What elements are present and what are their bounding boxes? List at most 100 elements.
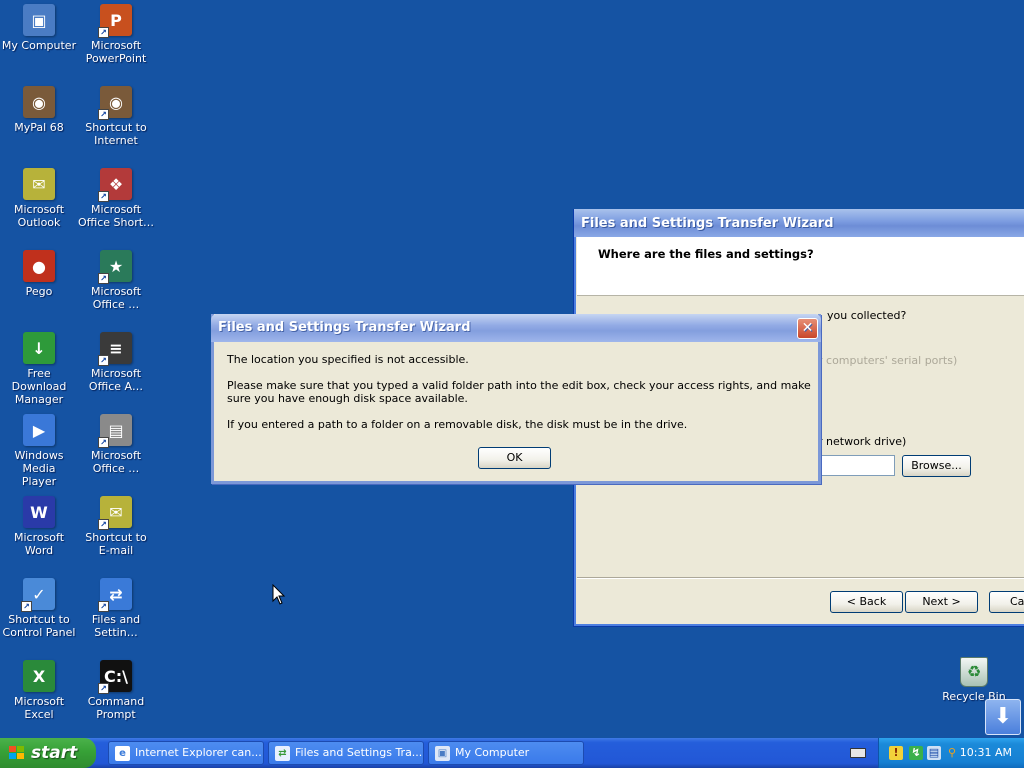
- desktop-icon-label: Microsoft Excel: [13, 695, 65, 721]
- back-button[interactable]: < Back: [830, 591, 903, 613]
- shortcut-arrow-icon: ↗: [21, 601, 32, 612]
- desktop-icon-label: Microsoft Office …: [90, 285, 142, 311]
- desktop-icon[interactable]: ✉ ↗ Shortcut to E-mail: [77, 496, 155, 557]
- desktop-icon[interactable]: ▤ ↗ Microsoft Office …: [77, 414, 155, 475]
- desktop-icon-label: Microsoft PowerPoint: [85, 39, 147, 65]
- taskbar: start e Internet Explorer can... ⇄ Files…: [0, 738, 1024, 768]
- desktop-icon-label: Pego: [25, 285, 53, 298]
- desktop-icon[interactable]: C:\ ↗ Command Prompt: [77, 660, 155, 721]
- desktop-icon[interactable]: ★ ↗ Microsoft Office …: [77, 250, 155, 311]
- desktop-icon-label: My Computer: [1, 39, 77, 52]
- transfer-wizard-icon: ⇄: [275, 746, 290, 761]
- shortcut-arrow-icon: ↗: [98, 355, 109, 366]
- desktop-icon-label: Command Prompt: [87, 695, 145, 721]
- shortcut-arrow-icon: ↗: [98, 27, 109, 38]
- app-icon: ◉ ↗: [98, 86, 132, 120]
- ok-button[interactable]: OK: [478, 447, 551, 469]
- shortcut-arrow-icon: ↗: [98, 109, 109, 120]
- app-icon: ✓ ↗: [21, 578, 55, 612]
- taskbar-button-internet-explorer[interactable]: e Internet Explorer can...: [108, 741, 264, 765]
- windows-flag-icon: [9, 746, 24, 759]
- desktop-icon[interactable]: ▣ My Computer: [0, 4, 78, 52]
- desktop-icon[interactable]: ✉ Microsoft Outlook: [0, 168, 78, 229]
- shortcut-arrow-icon: ↗: [98, 437, 109, 448]
- recycle-bin[interactable]: ♻ Recycle Bin: [935, 657, 1013, 703]
- app-icon: ▤ ↗: [98, 414, 132, 448]
- browse-button[interactable]: Browse...: [902, 455, 971, 477]
- taskbar-button-label: Files and Settings Tra...: [295, 746, 423, 759]
- desktop-icon[interactable]: ✓ ↗ Shortcut to Control Panel: [0, 578, 78, 639]
- desktop-icon[interactable]: ▶ Windows Media Player: [0, 414, 78, 488]
- network-icon[interactable]: ↯: [909, 746, 923, 760]
- desktop-icon[interactable]: ● Pego: [0, 250, 78, 298]
- keyboard-icon[interactable]: [850, 748, 866, 758]
- dialog-title-bar: Files and Settings Transfer Wizard ✕: [211, 314, 821, 342]
- app-icon: C:\ ↗: [98, 660, 132, 694]
- recycle-bin-icon: ♻: [960, 657, 988, 687]
- shortcut-arrow-icon: ↗: [98, 273, 109, 284]
- desktop-icon-label: Microsoft Word: [13, 531, 65, 557]
- security-shield-icon[interactable]: !: [889, 746, 903, 760]
- desktop-icon-label: Files and Settin…: [91, 613, 141, 639]
- app-icon: ▶: [23, 414, 55, 446]
- desktop-icon-label: Microsoft Outlook: [13, 203, 65, 229]
- desktop-icon[interactable]: X Microsoft Excel: [0, 660, 78, 721]
- desktop-icon-label: Free Download Manager: [11, 367, 67, 406]
- wizard-question: Where are the files and settings?: [598, 247, 814, 261]
- desktop-icon[interactable]: ◉ ↗ Shortcut to Internet: [77, 86, 155, 147]
- desktop-icon[interactable]: ⇄ ↗ Files and Settin…: [77, 578, 155, 639]
- desktop-icon-label: Shortcut to Control Panel: [2, 613, 76, 639]
- start-button[interactable]: start: [0, 738, 96, 768]
- taskbar-button-my-computer[interactable]: ▣ My Computer: [428, 741, 584, 765]
- my-computer-icon: ▣: [435, 746, 450, 761]
- app-icon: ✉: [23, 168, 55, 200]
- download-arrow-icon[interactable]: ⬇: [985, 699, 1021, 735]
- error-dialog[interactable]: Files and Settings Transfer Wizard ✕ The…: [211, 314, 821, 484]
- wizard-header: Where are the files and settings?: [577, 237, 1024, 296]
- dialog-message-3: If you entered a path to a folder on a r…: [227, 418, 688, 431]
- desktop-icon[interactable]: ◉ MyPal 68: [0, 86, 78, 134]
- app-icon: ▣: [23, 4, 55, 36]
- desktop-icon-label: MyPal 68: [14, 121, 64, 134]
- wizard-serial-option: r computers' serial ports): [818, 354, 958, 367]
- app-icon: ●: [23, 250, 55, 282]
- next-button[interactable]: Next >: [905, 591, 978, 613]
- start-label: start: [31, 743, 78, 763]
- display-icon[interactable]: ▤: [927, 746, 941, 760]
- desktop-icon[interactable]: ❖ ↗ Microsoft Office Short…: [77, 168, 155, 229]
- app-icon: P ↗: [98, 4, 132, 38]
- app-icon: ↓: [23, 332, 55, 364]
- desktop-icon[interactable]: W Microsoft Word: [0, 496, 78, 557]
- taskbar-button-label: My Computer: [455, 746, 530, 759]
- cancel-button[interactable]: Ca: [989, 591, 1024, 613]
- app-icon: X: [23, 660, 55, 692]
- shortcut-arrow-icon: ↗: [98, 191, 109, 202]
- dialog-message-2: Please make sure that you typed a valid …: [227, 379, 811, 405]
- shortcut-arrow-icon: ↗: [98, 683, 109, 694]
- system-tray: ! ↯ ▤ ⚲ 10:31 AM: [878, 738, 1024, 768]
- internet-explorer-icon: e: [115, 746, 130, 761]
- desktop-icon[interactable]: P ↗ Microsoft PowerPoint: [77, 4, 155, 65]
- wizard-prompt: you collected?: [827, 309, 907, 322]
- search-icon[interactable]: ⚲: [945, 746, 959, 760]
- shortcut-arrow-icon: ↗: [98, 601, 109, 612]
- app-icon: W: [23, 496, 55, 528]
- wizard-title: Files and Settings Transfer Wizard: [574, 209, 1024, 237]
- mouse-cursor-icon: [272, 584, 286, 605]
- close-icon[interactable]: ✕: [797, 318, 818, 339]
- shortcut-arrow-icon: ↗: [98, 519, 109, 530]
- wizard-network-option: r network drive): [818, 435, 907, 448]
- app-icon: ★ ↗: [98, 250, 132, 284]
- taskbar-button-files-settings[interactable]: ⇄ Files and Settings Tra...: [268, 741, 424, 765]
- dialog-message-1: The location you specified is not access…: [227, 353, 469, 366]
- desktop-icon-label: Shortcut to E-mail: [85, 531, 147, 557]
- app-icon: ≡ ↗: [98, 332, 132, 366]
- dialog-title: Files and Settings Transfer Wizard: [218, 320, 471, 335]
- app-icon: ◉: [23, 86, 55, 118]
- desktop-icon-label: Windows Media Player: [14, 449, 64, 488]
- desktop-icon[interactable]: ≡ ↗ Microsoft Office A…: [77, 332, 155, 393]
- app-icon: ⇄ ↗: [98, 578, 132, 612]
- desktop-icon[interactable]: ↓ Free Download Manager: [0, 332, 78, 406]
- clock: 10:31 AM: [959, 746, 1012, 759]
- wizard-separator: [577, 577, 1024, 579]
